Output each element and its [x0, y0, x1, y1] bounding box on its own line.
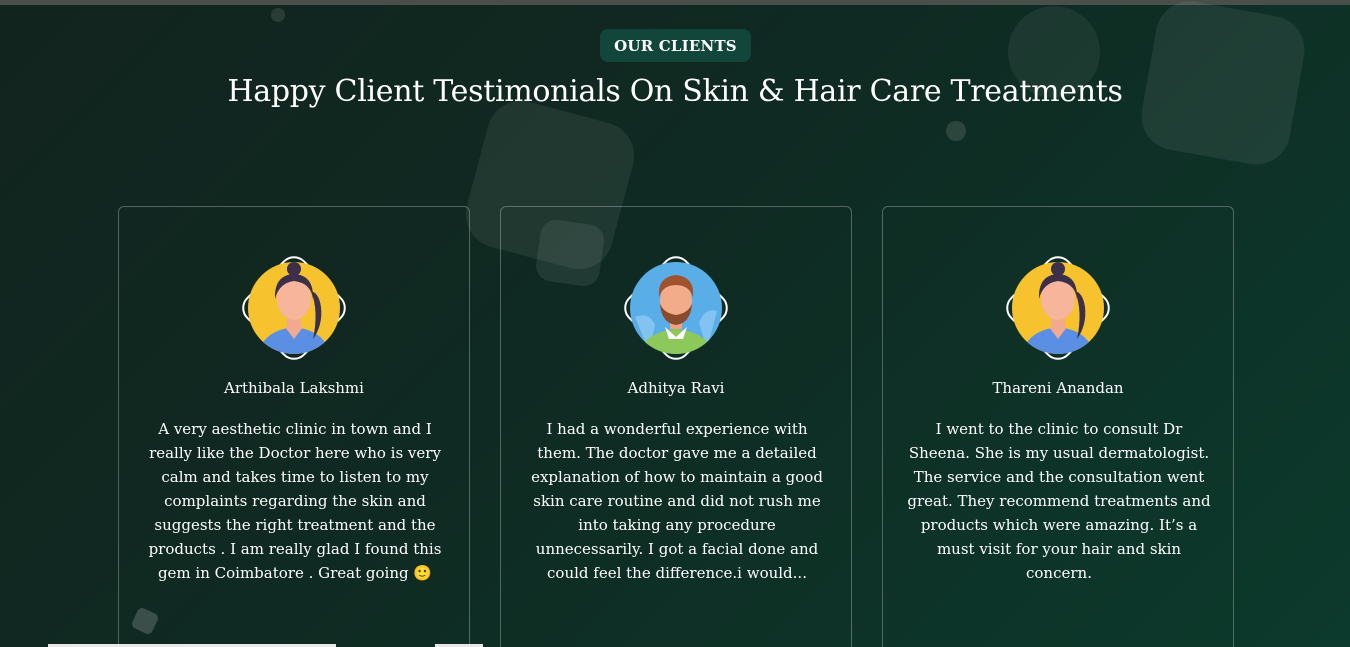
section-heading: Happy Client Testimonials On Skin & Hair…: [227, 74, 1123, 109]
female-avatar-icon: [991, 241, 1125, 375]
testimonial-card: Arthibala Lakshmi A very aesthetic clini…: [118, 206, 470, 647]
client-name: Adhitya Ravi: [627, 379, 725, 397]
female-avatar-icon: [227, 241, 361, 375]
client-name: Thareni Anandan: [992, 379, 1124, 397]
decorative-shape: [271, 8, 285, 22]
testimonial-text: I went to the clinic to consult Dr Sheen…: [907, 420, 1211, 582]
testimonial-card: Thareni Anandan I went to the clinic to …: [882, 206, 1234, 647]
section-badge: OUR CLIENTS: [600, 29, 751, 62]
male-avatar-icon: [609, 241, 743, 375]
top-bar: [0, 0, 1350, 5]
client-name: Arthibala Lakshmi: [224, 379, 364, 397]
testimonial-text: A very aesthetic clinic in town and I re…: [148, 420, 442, 582]
testimonial-card: Adhitya Ravi I had a wonderful experienc…: [500, 206, 852, 647]
decorative-shape: [946, 121, 966, 141]
testimonial-text: I had a wonderful experience with them. …: [531, 420, 823, 582]
